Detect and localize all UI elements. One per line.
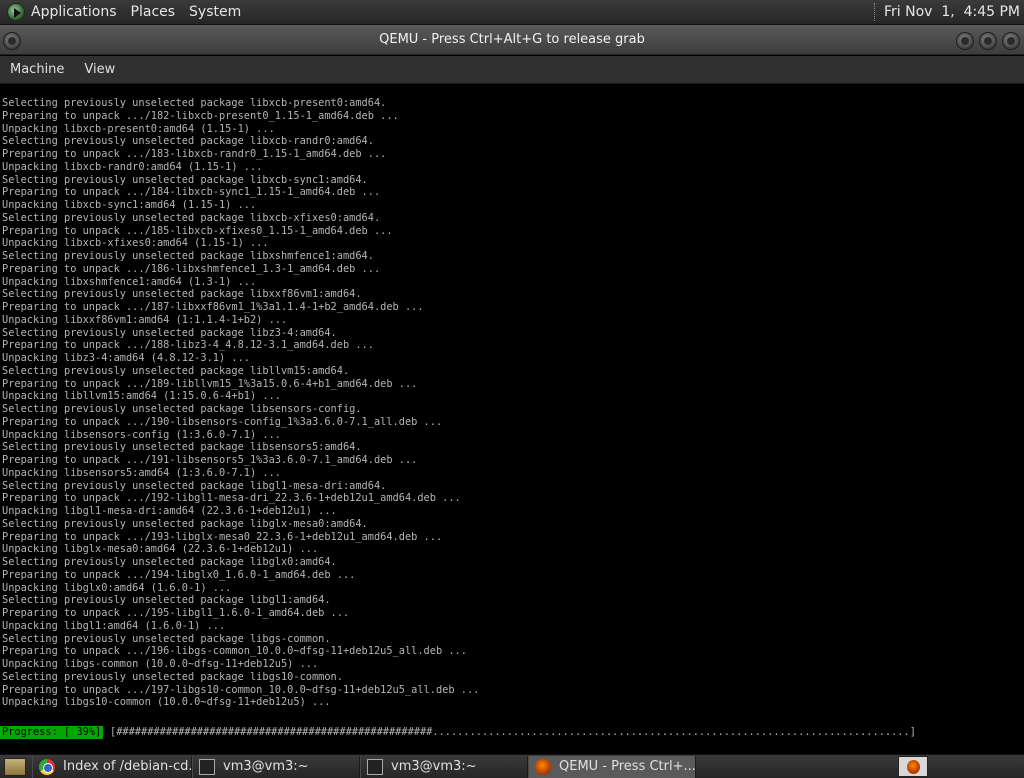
task-label: QEMU - Press Ctrl+... xyxy=(559,759,696,774)
console-line: Selecting previously unselected package … xyxy=(2,632,331,645)
qemu-menu-bar: Machine View xyxy=(0,56,1024,84)
menu-view[interactable]: View xyxy=(84,62,115,77)
terminal-icon xyxy=(367,758,383,775)
console-line: Selecting previously unselected package … xyxy=(2,135,374,148)
console-line: Unpacking libgs-common (10.0.0~dfsg-11+d… xyxy=(2,658,319,670)
console-line: Selecting previously unselected package … xyxy=(2,211,381,224)
console-line: Unpacking libgs10-common (10.0.0~dfsg-11… xyxy=(2,696,331,709)
task-qemu[interactable]: QEMU - Press Ctrl+... xyxy=(528,755,696,778)
task-terminal-2[interactable]: vm3@vm3:~ xyxy=(360,755,528,778)
console-line: Selecting previously unselected package … xyxy=(2,556,337,568)
console-line: Preparing to unpack .../195-libgl1_1.6.0… xyxy=(2,607,350,619)
console-line: Unpacking libxxf86vm1:amd64 (1:1.1.4-1+b… xyxy=(2,313,288,326)
console-line: Preparing to unpack .../182-libxcb-prese… xyxy=(2,109,399,122)
console-line: Preparing to unpack .../192-libgl1-mesa-… xyxy=(2,492,461,505)
window-title: QEMU - Press Ctrl+Alt+G to release grab xyxy=(379,32,645,47)
console-line: Selecting previously unselected package … xyxy=(2,517,368,530)
console-line: Selecting previously unselected package … xyxy=(2,173,368,186)
console-line: Unpacking libllvm15:amd64 (1:15.0.6-4+b1… xyxy=(2,390,281,403)
clock[interactable]: Fri Nov 1, 4:45 PM xyxy=(884,4,1020,20)
console-line: Unpacking libz3-4:amd64 (4.8.12-3.1) ... xyxy=(2,352,250,364)
qemu-icon xyxy=(535,758,551,775)
console-line: Unpacking libxcb-xfixes0:amd64 (1.15-1) … xyxy=(2,237,269,250)
console-line: Preparing to unpack .../188-libz3-4_4.8.… xyxy=(2,339,374,352)
console-line: Selecting previously unselected package … xyxy=(2,594,331,607)
console-line: Preparing to unpack .../183-libxcb-randr… xyxy=(2,148,387,160)
window-title-bar[interactable]: QEMU - Press Ctrl+Alt+G to release grab xyxy=(0,25,1024,55)
console-line: Preparing to unpack .../190-libsensors-c… xyxy=(2,415,443,428)
top-panel: Applications Places System Fri Nov 1, 4:… xyxy=(0,0,1024,25)
window-menu-icon[interactable] xyxy=(3,32,21,50)
console-line: Unpacking libgl1-mesa-dri:amd64 (22.3.6-… xyxy=(2,505,337,517)
progress-row: Progress: [ 39%] [######################… xyxy=(0,726,1024,739)
panel-menus: Applications Places System xyxy=(0,0,255,24)
console-line: Unpacking libxshmfence1:amd64 (1.3-1) ..… xyxy=(2,275,257,288)
console-line: Preparing to unpack .../189-libllvm15_1%… xyxy=(2,377,418,390)
console-line: Unpacking libsensors-config (1:3.6.0-7.1… xyxy=(2,428,281,441)
console-line: Unpacking libsensors5:amd64 (1:3.6.0-7.1… xyxy=(2,466,281,479)
maximize-button[interactable] xyxy=(979,32,997,50)
tray-area xyxy=(1000,755,1024,778)
console-line: Preparing to unpack .../184-libxcb-sync1… xyxy=(2,186,381,199)
console-line: Unpacking libglx-mesa0:amd64 (22.3.6-1+d… xyxy=(2,543,319,556)
console-line: Selecting previously unselected package … xyxy=(2,326,337,339)
applications-menu[interactable]: Applications xyxy=(31,4,117,20)
panel-separator xyxy=(873,3,876,21)
console-line: Unpacking libxcb-present0:amd64 (1.15-1)… xyxy=(2,122,275,135)
console-output: Selecting previously unselected package … xyxy=(2,97,479,709)
console-line: Preparing to unpack .../194-libglx0_1.6.… xyxy=(2,568,356,581)
console-line: Selecting previously unselected package … xyxy=(2,250,374,262)
task-label: vm3@vm3:~ xyxy=(223,759,309,774)
task-terminal-1[interactable]: vm3@vm3:~ xyxy=(192,755,360,778)
console-line: Unpacking libxcb-randr0:amd64 (1.15-1) .… xyxy=(2,160,263,173)
close-button[interactable] xyxy=(1002,32,1020,50)
console-line: Preparing to unpack .../187-libxxf86vm1_… xyxy=(2,301,424,313)
task-label: vm3@vm3:~ xyxy=(391,759,477,774)
system-menu[interactable]: System xyxy=(189,4,241,20)
console-line: Preparing to unpack .../186-libxshmfence… xyxy=(2,262,381,275)
tray-qemu-icon[interactable] xyxy=(898,756,928,777)
chrome-icon xyxy=(39,758,55,775)
progress-bar: [#######################################… xyxy=(110,726,916,738)
panel-right: Fri Nov 1, 4:45 PM xyxy=(873,0,1024,24)
progress-label: Progress: [ 39%] xyxy=(0,726,103,739)
menu-machine[interactable]: Machine xyxy=(10,62,64,77)
console-line: Selecting previously unselected package … xyxy=(2,403,362,415)
show-desktop-icon[interactable] xyxy=(4,757,26,776)
console-line: Selecting previously unselected package … xyxy=(2,670,343,683)
console-line: Preparing to unpack .../193-libglx-mesa0… xyxy=(2,530,443,543)
console-line: Selecting previously unselected package … xyxy=(2,288,362,301)
taskbar: Index of /debian-cd... vm3@vm3:~ vm3@vm3… xyxy=(0,754,1024,778)
console-line: Preparing to unpack .../185-libxcb-xfixe… xyxy=(2,224,393,237)
places-menu[interactable]: Places xyxy=(131,4,176,20)
applications-menu-icon[interactable] xyxy=(7,3,25,21)
console-line: Unpacking libxcb-sync1:amd64 (1.15-1) ..… xyxy=(2,199,257,211)
terminal-icon xyxy=(199,758,215,775)
console-line: Unpacking libglx0:amd64 (1.6.0-1) ... xyxy=(2,581,232,594)
console-line: Preparing to unpack .../191-libsensors5_… xyxy=(2,454,418,466)
console-line: Preparing to unpack .../197-libgs10-comm… xyxy=(2,683,480,696)
guest-console[interactable]: Selecting previously unselected package … xyxy=(0,84,1024,754)
console-line: Unpacking libgl1:amd64 (1.6.0-1) ... xyxy=(2,619,226,632)
task-label: Index of /debian-cd... xyxy=(63,759,192,774)
minimize-button[interactable] xyxy=(956,32,974,50)
task-browser[interactable]: Index of /debian-cd... xyxy=(32,755,192,778)
console-line: Selecting previously unselected package … xyxy=(2,479,387,492)
console-line: Selecting previously unselected package … xyxy=(2,97,387,109)
console-line: Selecting previously unselected package … xyxy=(2,441,362,454)
console-line: Selecting previously unselected package … xyxy=(2,364,350,377)
console-line: Preparing to unpack .../196-libgs-common… xyxy=(2,645,467,658)
